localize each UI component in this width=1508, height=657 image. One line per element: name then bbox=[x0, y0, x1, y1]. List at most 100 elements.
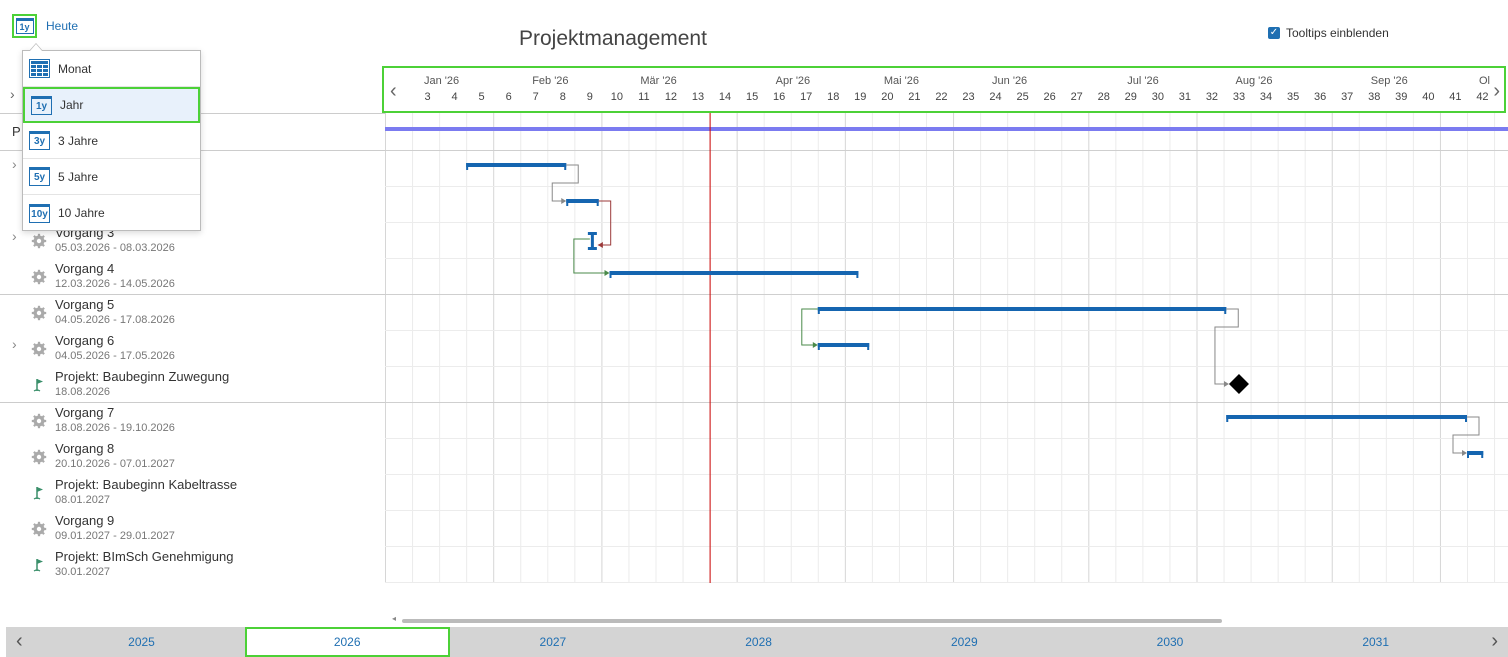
week-label: 32 bbox=[1205, 91, 1219, 103]
task-bar bbox=[466, 163, 567, 167]
tooltips-label: Tooltips einblenden bbox=[1286, 26, 1389, 40]
task-bar-start-cap bbox=[566, 199, 569, 206]
menu-item-year[interactable]: 1y Jahr bbox=[23, 87, 200, 123]
task-name: Projekt: Baubeginn Kabeltrasse bbox=[55, 477, 238, 492]
task-row[interactable]: Projekt: Baubeginn Kabeltrasse 08.01.2027 bbox=[0, 474, 385, 510]
task-name: Projekt: Baubeginn Zuwegung bbox=[55, 369, 230, 384]
short-task-cap bbox=[587, 232, 597, 235]
week-label: 6 bbox=[505, 91, 512, 103]
week-label: 10 bbox=[610, 91, 623, 103]
week-label: 9 bbox=[586, 91, 593, 103]
week-label: 28 bbox=[1097, 91, 1110, 103]
gear-icon bbox=[31, 341, 47, 357]
menu-item-month[interactable]: Monat bbox=[23, 51, 200, 87]
week-label: 31 bbox=[1178, 91, 1192, 103]
task-row[interactable]: Vorgang 7 18.08.2026 - 19.10.2026 bbox=[0, 402, 385, 438]
week-label: 26 bbox=[1043, 91, 1056, 103]
expand-chevron-icon[interactable]: › bbox=[12, 336, 17, 352]
year-2028[interactable]: 2028 bbox=[656, 627, 861, 657]
week-label: 38 bbox=[1368, 91, 1381, 103]
week-label: 29 bbox=[1124, 91, 1137, 103]
task-row[interactable]: › Vorgang 6 04.05.2026 - 17.05.2026 bbox=[0, 330, 385, 366]
expand-chevron-icon[interactable]: › bbox=[12, 228, 17, 244]
week-label: 16 bbox=[773, 91, 786, 103]
year-2030[interactable]: 2030 bbox=[1068, 627, 1273, 657]
flag-icon bbox=[31, 485, 47, 501]
task-row[interactable]: Vorgang 4 12.03.2026 - 14.05.2026 bbox=[0, 258, 385, 294]
year-2026[interactable]: 2026 bbox=[244, 627, 450, 657]
task-bar-start-cap bbox=[817, 343, 820, 350]
task-bar-end-cap bbox=[596, 199, 599, 206]
week-label: 21 bbox=[908, 91, 921, 103]
week-label: 33 bbox=[1232, 91, 1246, 103]
gantt-chart bbox=[385, 113, 1508, 583]
task-name: Vorgang 5 bbox=[55, 297, 115, 312]
task-bar-start-cap bbox=[1226, 415, 1229, 422]
task-name: Vorgang 7 bbox=[55, 405, 115, 420]
task-dates: 08.01.2027 bbox=[55, 494, 111, 506]
year-prev-icon[interactable]: ‹ bbox=[16, 630, 23, 653]
expand-chevron-icon[interactable]: › bbox=[12, 156, 17, 172]
week-label: 36 bbox=[1314, 91, 1327, 103]
week-label: 15 bbox=[745, 91, 759, 103]
week-label: 17 bbox=[800, 91, 813, 103]
task-bar-end-cap bbox=[564, 163, 567, 170]
week-label: 19 bbox=[854, 91, 867, 103]
flag-icon bbox=[31, 377, 47, 393]
menu-item-label: 3 Jahre bbox=[58, 133, 99, 148]
menu-item-5-years[interactable]: 5y 5 Jahre bbox=[23, 159, 200, 195]
year-2029[interactable]: 2029 bbox=[862, 627, 1067, 657]
task-row[interactable]: Projekt: Baubeginn Zuwegung 18.08.2026 bbox=[0, 366, 385, 402]
milestone-diamond bbox=[1228, 374, 1249, 394]
today-link[interactable]: Heute bbox=[46, 19, 78, 33]
year-navigation: ‹ › 2025 2026 2027 2028 2029 2030 2031 bbox=[6, 627, 1508, 657]
task-bar-start-cap bbox=[817, 307, 820, 314]
tooltips-toggle[interactable]: ✓ Tooltips einblenden bbox=[1268, 26, 1389, 40]
task-name: Vorgang 9 bbox=[55, 513, 115, 528]
calendar-5y-icon: 5y bbox=[29, 167, 50, 186]
task-bar-start-cap bbox=[609, 271, 612, 278]
task-dates: 18.08.2026 bbox=[55, 386, 111, 398]
week-label: 39 bbox=[1395, 91, 1408, 103]
calendar-3y-icon: 3y bbox=[29, 131, 50, 150]
month-label: Ol bbox=[1478, 75, 1490, 87]
task-row[interactable]: Vorgang 8 20.10.2026 - 07.01.2027 bbox=[0, 438, 385, 474]
project-summary-bar bbox=[385, 127, 1508, 131]
year-2025[interactable]: 2025 bbox=[39, 627, 244, 657]
week-label: 27 bbox=[1070, 91, 1083, 103]
dependency-arrow bbox=[597, 242, 603, 248]
gear-icon bbox=[31, 233, 47, 249]
task-row[interactable]: Vorgang 9 09.01.2027 - 29.01.2027 bbox=[0, 510, 385, 546]
month-label: Feb '26 bbox=[532, 75, 569, 87]
task-bar-end-cap bbox=[1465, 415, 1467, 422]
year-next-icon[interactable]: › bbox=[1491, 630, 1498, 653]
checkbox-checked-icon[interactable]: ✓ bbox=[1268, 27, 1280, 39]
collapse-all-icon[interactable]: › bbox=[10, 86, 15, 102]
week-label: 23 bbox=[962, 91, 975, 103]
task-row[interactable]: Projekt: BImSch Genehmigung 30.01.2027 bbox=[0, 546, 385, 582]
dependency-arrow bbox=[1223, 381, 1229, 387]
year-2027[interactable]: 2027 bbox=[450, 627, 655, 657]
task-bar bbox=[566, 199, 599, 203]
year-2031[interactable]: 2031 bbox=[1273, 627, 1478, 657]
view-mode-menu: Monat 1y Jahr 3y 3 Jahre 5y 5 Jahre 10y … bbox=[22, 43, 201, 231]
task-row[interactable]: Vorgang 5 04.05.2026 - 17.08.2026 bbox=[0, 294, 385, 330]
horizontal-scrollbar[interactable]: ◂ bbox=[392, 614, 1508, 625]
scroll-left-icon[interactable]: ◂ bbox=[392, 614, 396, 623]
task-name: Vorgang 6 bbox=[55, 333, 115, 348]
menu-item-10-years[interactable]: 10y 10 Jahre bbox=[23, 195, 200, 231]
menu-item-3-years[interactable]: 3y 3 Jahre bbox=[23, 123, 200, 159]
task-bar-end-cap bbox=[867, 343, 870, 350]
short-task-cap bbox=[587, 247, 597, 250]
timeline-prev-icon[interactable]: ‹ bbox=[390, 80, 397, 103]
timeline-header: ‹ › 3 4 5 6 7 8 9 10 11 12 13 14 15 16 17 18 19 20 21 22 23 2… bbox=[382, 66, 1506, 113]
week-label: 25 bbox=[1016, 91, 1029, 103]
week-label: 8 bbox=[559, 91, 566, 103]
week-label: 35 bbox=[1286, 91, 1300, 103]
scrollbar-thumb[interactable] bbox=[402, 619, 1222, 623]
week-label: 7 bbox=[532, 91, 539, 103]
gear-icon bbox=[31, 521, 47, 537]
week-label: 11 bbox=[638, 91, 650, 103]
view-mode-button[interactable]: 1y bbox=[12, 14, 37, 38]
week-label: 18 bbox=[827, 91, 840, 103]
